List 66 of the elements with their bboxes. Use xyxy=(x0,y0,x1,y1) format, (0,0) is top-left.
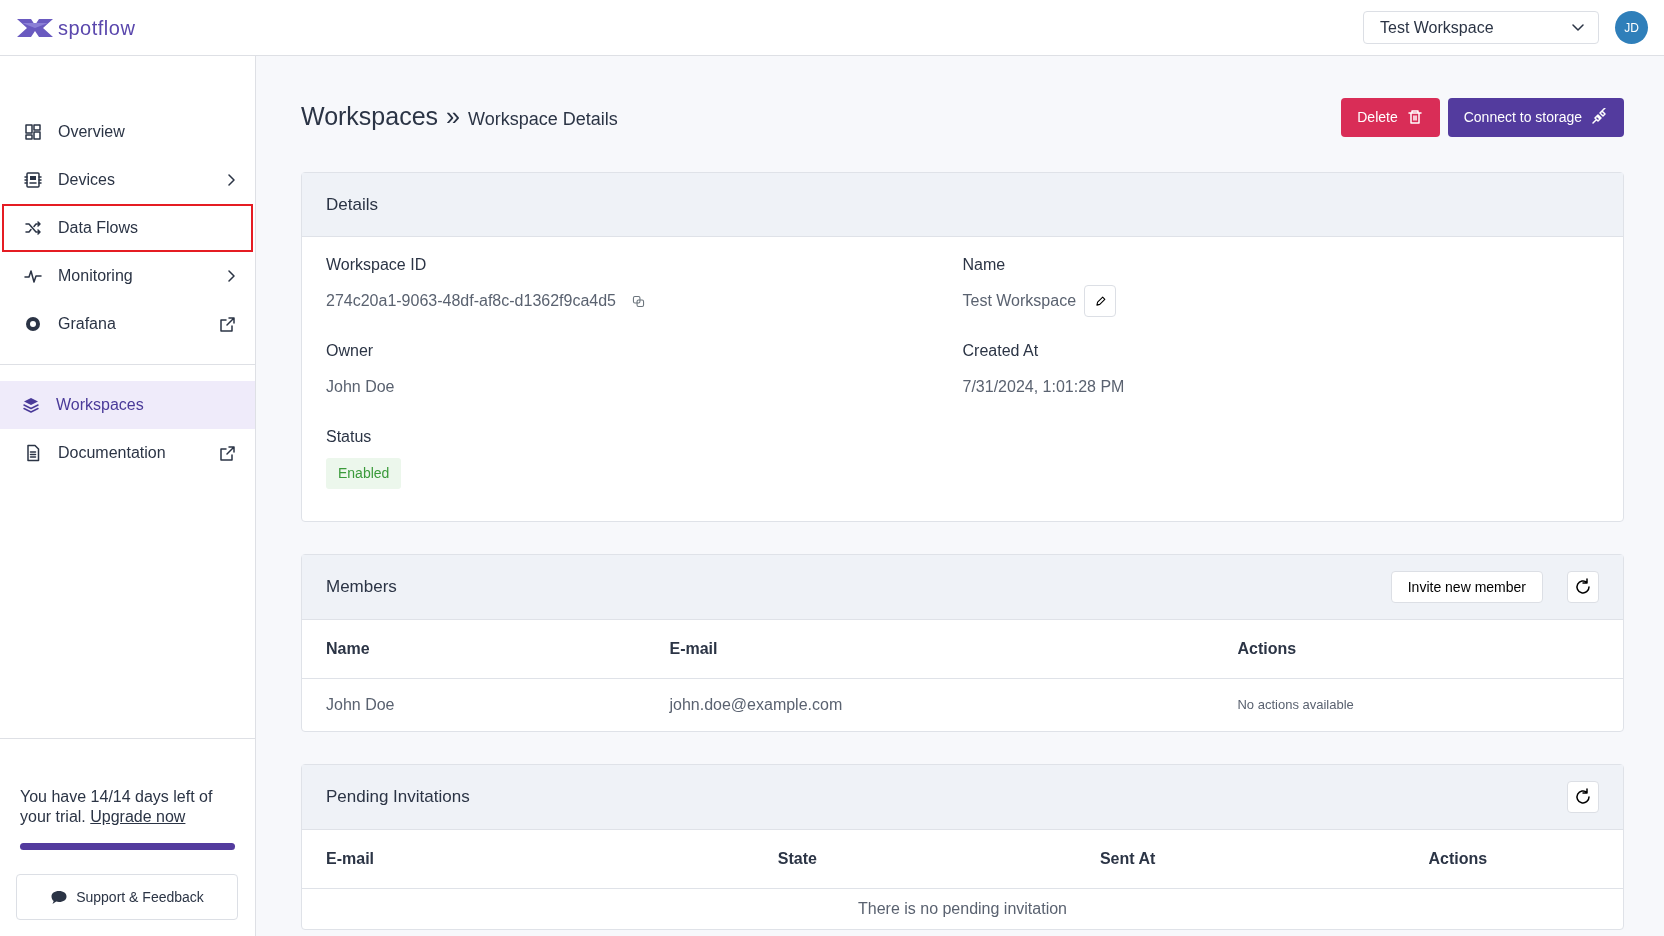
external-link-icon xyxy=(220,316,235,332)
plug-icon xyxy=(1590,108,1608,126)
chevron-right-icon xyxy=(228,270,235,282)
column-header: Actions xyxy=(1292,830,1623,889)
trial-text: You have 14/14 days left of your trial. Upgrade now xyxy=(19,787,214,827)
shuffle-icon xyxy=(24,219,42,237)
logo-text: spotflow xyxy=(58,15,136,41)
page-title[interactable]: Workspaces xyxy=(301,98,439,136)
column-header: Actions xyxy=(1213,620,1623,679)
field-label: Owner xyxy=(326,341,375,361)
column-header: State xyxy=(632,830,963,889)
grid-icon xyxy=(24,123,42,141)
sidebar-item[interactable]: Documentation xyxy=(2,429,253,477)
refresh-icon xyxy=(1574,578,1592,596)
refresh-button[interactable] xyxy=(1567,781,1599,813)
speech-bubble-icon xyxy=(50,888,69,906)
field-value: 274c20a1-9063-48df-af8c-d1362f9ca4d5 xyxy=(326,291,616,311)
refresh-icon xyxy=(1574,788,1592,806)
card-title: Pending Invitations xyxy=(326,786,470,809)
upgrade-link[interactable]: Upgrade now xyxy=(90,808,186,825)
delete-button[interactable]: Delete xyxy=(1341,97,1440,137)
workspace-select[interactable]: Test Workspace xyxy=(1363,11,1599,44)
edit-button[interactable] xyxy=(1084,285,1117,317)
logo-icon xyxy=(16,17,54,38)
card-title: Details xyxy=(326,193,378,216)
sidebar-item[interactable]: Data Flows xyxy=(2,204,253,252)
breadcrumb-separator: » xyxy=(446,101,460,133)
sidebar-item[interactable]: Workspaces xyxy=(0,381,255,429)
field-value: 7/31/2024, 1:01:28 PM xyxy=(962,377,1125,397)
sidebar-item[interactable]: Overview xyxy=(2,108,253,156)
chip-icon xyxy=(24,171,42,189)
refresh-button[interactable] xyxy=(1567,571,1599,603)
sidebar-item[interactable]: Devices xyxy=(2,156,253,204)
chevron-down-icon xyxy=(1572,24,1584,31)
user-avatar[interactable]: JD xyxy=(1615,11,1648,44)
empty-message: There is no pending invitation xyxy=(858,900,1067,917)
column-header: Name xyxy=(302,620,646,679)
pencil-icon xyxy=(1093,294,1107,308)
pulse-icon xyxy=(24,267,42,285)
sidebar-item[interactable]: Grafana xyxy=(2,300,253,348)
layers-icon xyxy=(22,396,40,414)
field-label: Name xyxy=(962,255,1007,275)
connect-storage-button[interactable]: Connect to storage xyxy=(1447,97,1624,137)
table-cell-text: John Doe xyxy=(326,695,395,715)
support-button[interactable]: Support & Feedback xyxy=(16,874,238,920)
field-value: Test Workspace xyxy=(962,291,1077,311)
copy-icon xyxy=(632,294,645,308)
status-badge: Enabled xyxy=(326,457,402,489)
column-header: Sent At xyxy=(962,830,1293,889)
chevron-right-icon xyxy=(228,174,235,186)
copy-button[interactable] xyxy=(632,294,645,308)
external-link-icon xyxy=(220,445,235,461)
field-value: John Doe xyxy=(326,377,395,397)
card-title: Members xyxy=(326,576,397,599)
column-header: E-mail xyxy=(645,620,1214,679)
field-label: Created At xyxy=(962,341,1040,361)
document-icon xyxy=(24,444,42,462)
column-header: E-mail xyxy=(302,830,633,889)
table-cell-text: john.doe@example.com xyxy=(669,695,843,715)
invite-member-button[interactable]: Invite new member xyxy=(1390,571,1543,603)
trash-icon xyxy=(1405,108,1424,126)
field-label: Status xyxy=(326,427,373,447)
breadcrumb-current: Workspace Details xyxy=(468,108,618,132)
field-label: Workspace ID xyxy=(326,255,428,275)
table-cell-text: No actions available xyxy=(1237,696,1354,715)
sidebar-item[interactable]: Monitoring xyxy=(2,252,253,300)
